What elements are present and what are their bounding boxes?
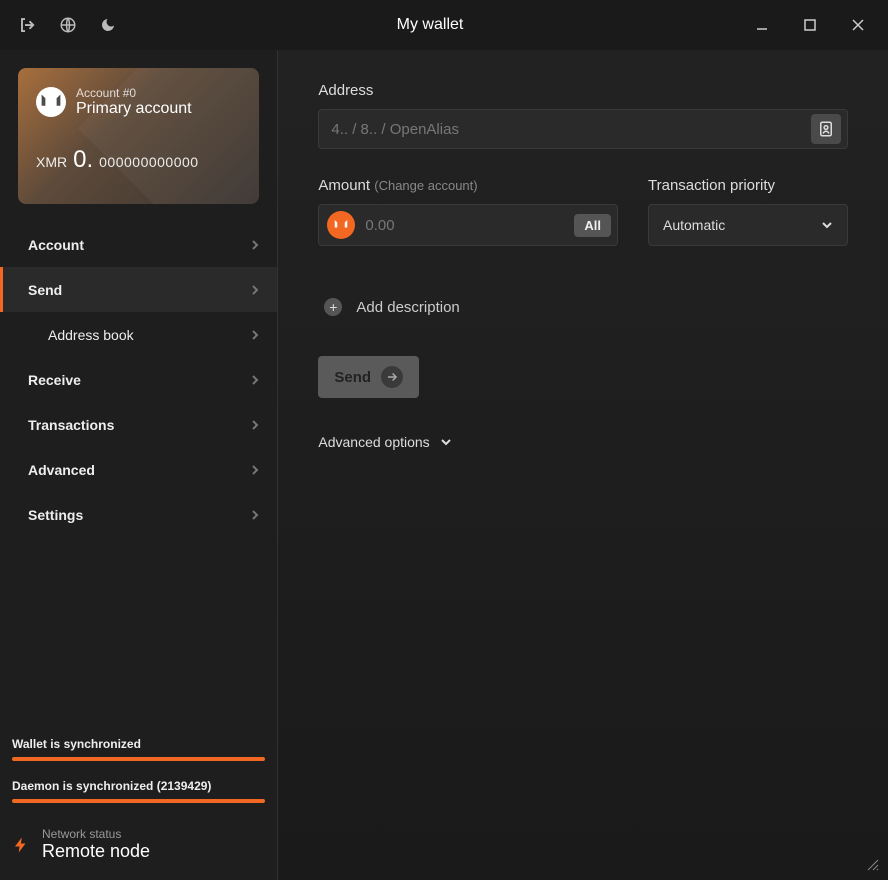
priority-select[interactable]: Automatic [648, 204, 848, 246]
network-status-label: Network status [42, 827, 150, 841]
nav-address-book[interactable]: Address book [0, 312, 277, 357]
chevron-right-icon [251, 509, 259, 521]
priority-value: Automatic [663, 217, 725, 233]
moon-icon[interactable] [98, 15, 118, 35]
nav-transactions[interactable]: Transactions [0, 402, 277, 447]
minimize-button[interactable] [742, 10, 782, 40]
monero-logo-icon [36, 87, 66, 117]
maximize-button[interactable] [790, 10, 830, 40]
chevron-right-icon [251, 464, 259, 476]
network-status[interactable]: Network status Remote node [12, 821, 265, 868]
nav-label: Receive [28, 372, 81, 388]
chevron-right-icon [251, 284, 259, 296]
advanced-options-toggle[interactable]: Advanced options [318, 434, 848, 450]
chevron-down-icon [440, 438, 452, 446]
nav-label: Transactions [28, 417, 114, 433]
address-book-button[interactable] [811, 114, 841, 144]
amount-label: Amount (Change account) [318, 177, 618, 194]
nav-label: Send [28, 282, 62, 298]
window-title: My wallet [118, 16, 742, 34]
add-description-label: Add description [356, 299, 459, 316]
account-number: Account #0 [76, 86, 192, 100]
nav-receive[interactable]: Receive [0, 357, 277, 402]
nav-label: Settings [28, 507, 83, 523]
chevron-down-icon [821, 221, 833, 229]
chevron-right-icon [251, 374, 259, 386]
chevron-right-icon [251, 419, 259, 431]
titlebar: My wallet [0, 0, 888, 50]
chevron-right-icon [251, 239, 259, 251]
nav-send[interactable]: Send [0, 267, 277, 312]
account-card[interactable]: Account #0 Primary account XMR 0. 000000… [18, 68, 259, 204]
arrow-right-icon [381, 366, 403, 388]
network-status-value: Remote node [42, 841, 150, 862]
nav: Account Send Address book Receive [0, 222, 277, 537]
address-input[interactable] [331, 121, 811, 138]
close-button[interactable] [838, 10, 878, 40]
balance: XMR 0. 000000000000 [36, 146, 241, 174]
amount-input-row: All [318, 204, 618, 246]
nav-advanced[interactable]: Advanced [0, 447, 277, 492]
daemon-sync-bar [12, 799, 265, 803]
add-description-button[interactable]: + Add description [318, 298, 848, 316]
logout-icon[interactable] [18, 15, 38, 35]
amount-all-button[interactable]: All [574, 214, 611, 237]
send-panel: Address Amount (Change account) All [278, 50, 888, 880]
chevron-right-icon [251, 329, 259, 341]
amount-input[interactable] [365, 217, 564, 234]
wallet-sync-bar [12, 757, 265, 761]
account-name: Primary account [76, 100, 192, 118]
priority-label: Transaction priority [648, 177, 848, 194]
address-input-row [318, 109, 848, 149]
monero-icon [327, 211, 355, 239]
plus-icon: + [324, 298, 342, 316]
nav-label: Advanced [28, 462, 95, 478]
sidebar: Account #0 Primary account XMR 0. 000000… [0, 50, 278, 880]
send-button-label: Send [334, 369, 371, 386]
daemon-sync-status: Daemon is synchronized (2139429) [12, 779, 265, 793]
send-button[interactable]: Send [318, 356, 419, 398]
nav-account[interactable]: Account [0, 222, 277, 267]
advanced-options-label: Advanced options [318, 434, 429, 450]
change-account-link[interactable]: (Change account) [374, 178, 477, 193]
bolt-icon [12, 832, 30, 858]
resize-handle-icon[interactable] [866, 858, 880, 872]
nav-label: Account [28, 237, 84, 253]
globe-icon[interactable] [58, 15, 78, 35]
address-label: Address [318, 82, 848, 99]
wallet-sync-status: Wallet is synchronized [12, 737, 265, 751]
nav-settings[interactable]: Settings [0, 492, 277, 537]
nav-label: Address book [48, 327, 134, 343]
